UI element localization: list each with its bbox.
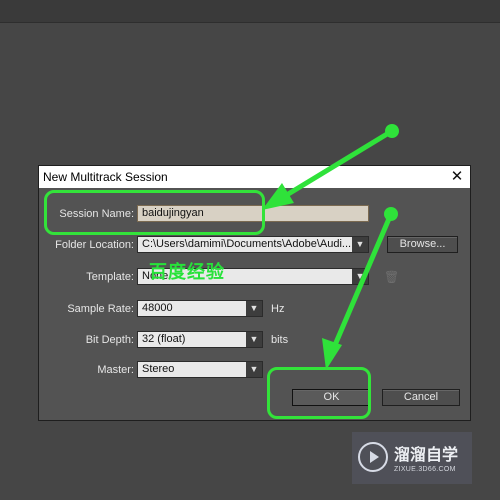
tutorial-arrows [262,124,399,370]
watermark-title: 溜溜自学 [394,447,459,464]
arrow-to-session-name [262,124,399,210]
arrow-to-ok-button [322,207,398,370]
watermark-logo: 溜溜自学 ZIXUE.3D66.COM [352,432,472,484]
watermark-url: ZIXUE.3D66.COM [394,466,456,473]
play-icon [358,442,388,472]
